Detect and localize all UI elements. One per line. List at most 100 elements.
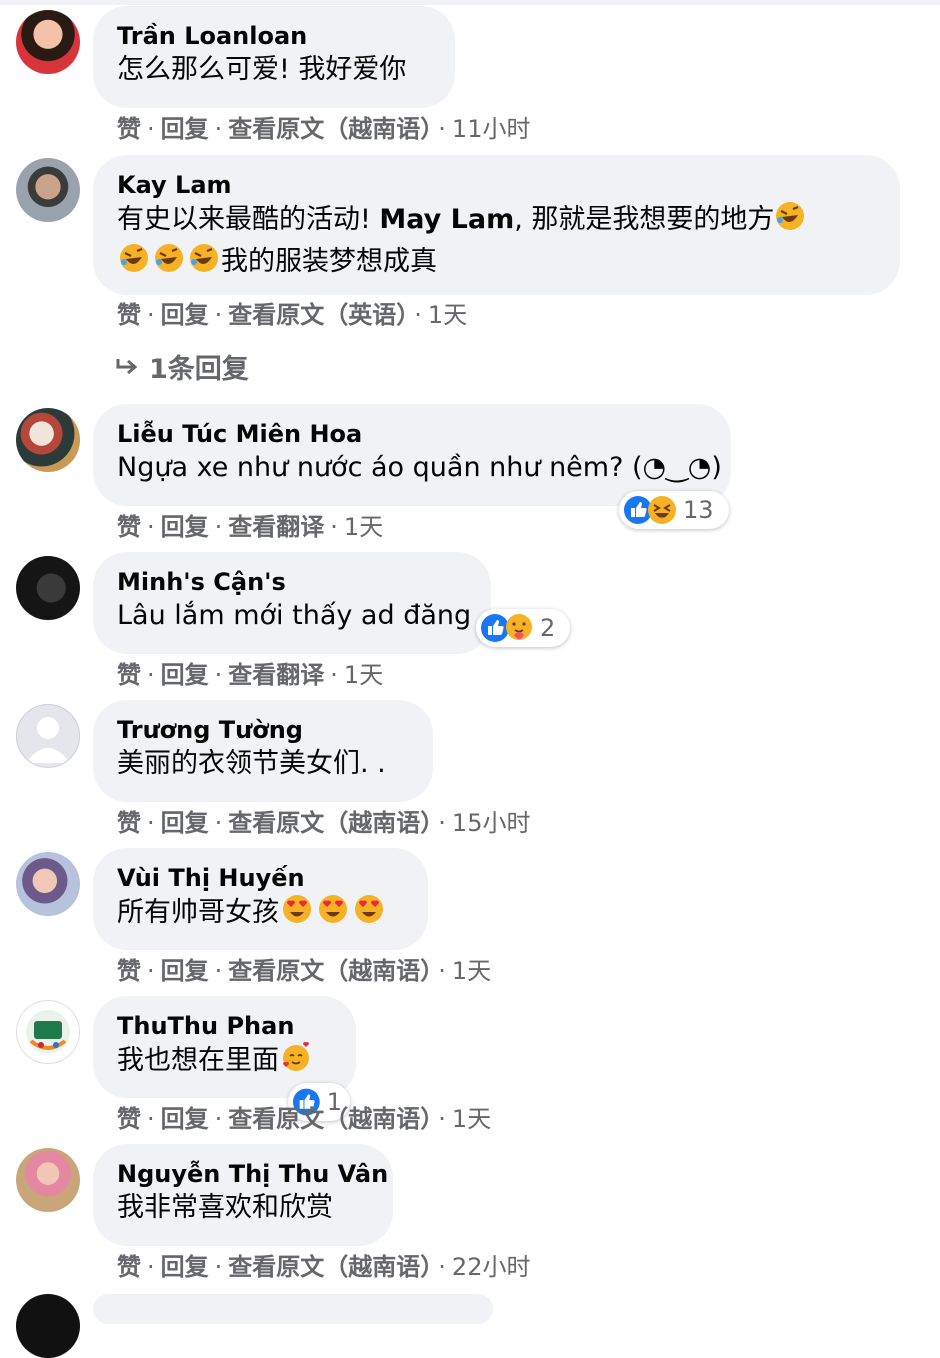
avatar[interactable] xyxy=(16,1000,80,1064)
separator: · xyxy=(214,957,223,985)
reply-button[interactable]: 回复 xyxy=(161,513,209,541)
see-translation-button[interactable]: 查看翻译 xyxy=(228,661,324,689)
avatar[interactable] xyxy=(16,408,80,472)
comment-time[interactable]: 1天 xyxy=(428,301,467,329)
comment-author[interactable]: Minh's Cận's xyxy=(117,567,467,597)
comment-text-line2: 我的服装梦想成真 xyxy=(117,242,876,284)
heart-eyes-emoji-icon xyxy=(351,893,387,935)
reaction-count: 2 xyxy=(540,614,556,642)
reply-button[interactable]: 回复 xyxy=(161,301,209,329)
comment-actions: 赞 · 回复 · 查看原文（英语） · 1天 xyxy=(117,300,467,330)
like-button[interactable]: 赞 xyxy=(117,809,141,837)
separator: · xyxy=(147,1253,155,1281)
tagged-user-link[interactable]: May Lam xyxy=(379,204,514,235)
like-button[interactable]: 赞 xyxy=(117,513,141,541)
laugh-reaction-icon xyxy=(648,496,676,524)
see-original-button[interactable]: 查看原文（越南语） xyxy=(228,957,432,985)
comment-actions: 赞 · 回复 · 查看原文（越南语） · 1天 xyxy=(117,1104,491,1134)
separator: · xyxy=(330,661,338,689)
heart-eyes-emoji-icon xyxy=(315,893,351,935)
comment-author[interactable]: Nguyễn Thị Thu Vân xyxy=(117,1159,388,1189)
view-replies-button[interactable]: 1条回复 xyxy=(115,347,249,386)
reply-button[interactable]: 回复 xyxy=(161,1105,209,1133)
like-button[interactable]: 赞 xyxy=(117,115,141,143)
comment-time[interactable]: 11小时 xyxy=(452,115,531,143)
comment-actions: 赞 · 回复 · 查看翻译 · 1天 xyxy=(117,660,383,690)
comment-actions: 赞 · 回复 · 查看翻译 · 1天 xyxy=(117,512,383,542)
comment-time[interactable]: 1天 xyxy=(344,513,383,541)
separator: · xyxy=(214,115,223,143)
avatar[interactable] xyxy=(16,158,80,222)
top-divider xyxy=(0,0,940,5)
comment-time[interactable]: 15小时 xyxy=(452,809,531,837)
comment-time[interactable]: 1天 xyxy=(344,661,383,689)
reply-button[interactable]: 回复 xyxy=(161,1253,209,1281)
separator: · xyxy=(214,513,223,541)
avatar[interactable] xyxy=(16,1294,80,1358)
comment-text: 所有帅哥女孩 xyxy=(117,893,404,935)
reactions-summary[interactable]: 13 xyxy=(619,491,729,529)
comment-text: 有史以来最酷的活动! May Lam, 那就是我想要的地方 xyxy=(117,200,876,242)
reply-button[interactable]: 回复 xyxy=(161,661,209,689)
rofl-emoji-icon xyxy=(774,200,806,242)
comment-text: 怎么那么可爱! 我好爱你 xyxy=(117,54,407,85)
hearts-emoji-icon xyxy=(279,1041,313,1083)
comment-text: Ngựa xe như nước áo quần như nêm? (◔‿◔) xyxy=(117,452,722,483)
comment-author[interactable]: Liễu Túc Miên Hoa xyxy=(117,419,707,449)
avatar[interactable] xyxy=(16,704,80,768)
reply-button[interactable]: 回复 xyxy=(161,809,209,837)
separator: · xyxy=(330,513,338,541)
see-original-button[interactable]: 查看原文（越南语） xyxy=(228,809,432,837)
comment-author[interactable]: Trần Loanloan xyxy=(117,21,431,51)
comment-bubble xyxy=(93,1294,493,1324)
default-avatar-icon xyxy=(26,717,70,763)
separator: · xyxy=(147,809,155,837)
reaction-count: 13 xyxy=(683,496,714,524)
separator: · xyxy=(147,957,155,985)
separator: · xyxy=(438,115,446,143)
like-button[interactable]: 赞 xyxy=(117,661,141,689)
heart-eyes-emoji-icon xyxy=(279,893,315,935)
comment-actions: 赞 · 回复 · 查看原文（越南语） · 1天 xyxy=(117,956,491,986)
avatar[interactable] xyxy=(16,852,80,916)
reply-button[interactable]: 回复 xyxy=(161,957,209,985)
comment-time[interactable]: 1天 xyxy=(452,957,491,985)
comment-bubble: Kay Lam 有史以来最酷的活动! May Lam, 那就是我想要的地方 我的… xyxy=(93,155,900,295)
see-original-button[interactable]: 查看原文（英语） xyxy=(228,301,408,329)
comment-text: 我非常喜欢和欣赏 xyxy=(117,1192,333,1223)
separator: · xyxy=(147,513,155,541)
avatar[interactable] xyxy=(16,10,80,74)
separator: · xyxy=(214,661,223,689)
rofl-emoji-icon xyxy=(151,242,187,284)
comment-text: 我也想在里面 xyxy=(117,1041,332,1083)
reply-button[interactable]: 回复 xyxy=(161,115,209,143)
see-original-button[interactable]: 查看原文（越南语） xyxy=(228,1253,432,1281)
avatar[interactable] xyxy=(16,1148,80,1212)
separator: · xyxy=(147,115,155,143)
comment-text-part: , 那就是我想要的地方 xyxy=(514,204,775,235)
separator: · xyxy=(214,1253,223,1281)
like-button[interactable]: 赞 xyxy=(117,1105,141,1133)
comment-bubble: Nguyễn Thị Thu Vân 我非常喜欢和欣赏 xyxy=(93,1144,393,1246)
like-button[interactable]: 赞 xyxy=(117,301,141,329)
see-original-button[interactable]: 查看原文（越南语） xyxy=(228,1105,432,1133)
comment-author[interactable]: Trương Tường xyxy=(117,715,409,745)
separator: · xyxy=(214,809,223,837)
reactions-summary[interactable]: 2 xyxy=(476,609,570,647)
see-translation-button[interactable]: 查看翻译 xyxy=(228,513,324,541)
comment-author[interactable]: Vùi Thị Huyến xyxy=(117,863,404,893)
comment-author[interactable]: ThuThu Phan xyxy=(117,1011,332,1041)
like-button[interactable]: 赞 xyxy=(117,957,141,985)
avatar[interactable] xyxy=(16,556,80,620)
comment-text-part: 所有帅哥女孩 xyxy=(117,897,279,928)
comment-time[interactable]: 22小时 xyxy=(452,1253,531,1281)
comment-text: 美丽的衣领节美女们. . xyxy=(117,748,386,779)
comment-author[interactable]: Kay Lam xyxy=(117,170,876,200)
comment-time[interactable]: 1天 xyxy=(452,1105,491,1133)
comment-actions: 赞 · 回复 · 查看原文（越南语） · 22小时 xyxy=(117,1252,530,1282)
like-button[interactable]: 赞 xyxy=(117,1253,141,1281)
comment-bubble: Vùi Thị Huyến 所有帅哥女孩 xyxy=(93,848,428,950)
comment-actions: 赞 · 回复 · 查看原文（越南语） · 15小时 xyxy=(117,808,530,838)
see-original-button[interactable]: 查看原文（越南语） xyxy=(228,115,432,143)
comment-bubble: Minh's Cận's Lâu lắm mới thấy ad đăng xyxy=(93,552,491,654)
